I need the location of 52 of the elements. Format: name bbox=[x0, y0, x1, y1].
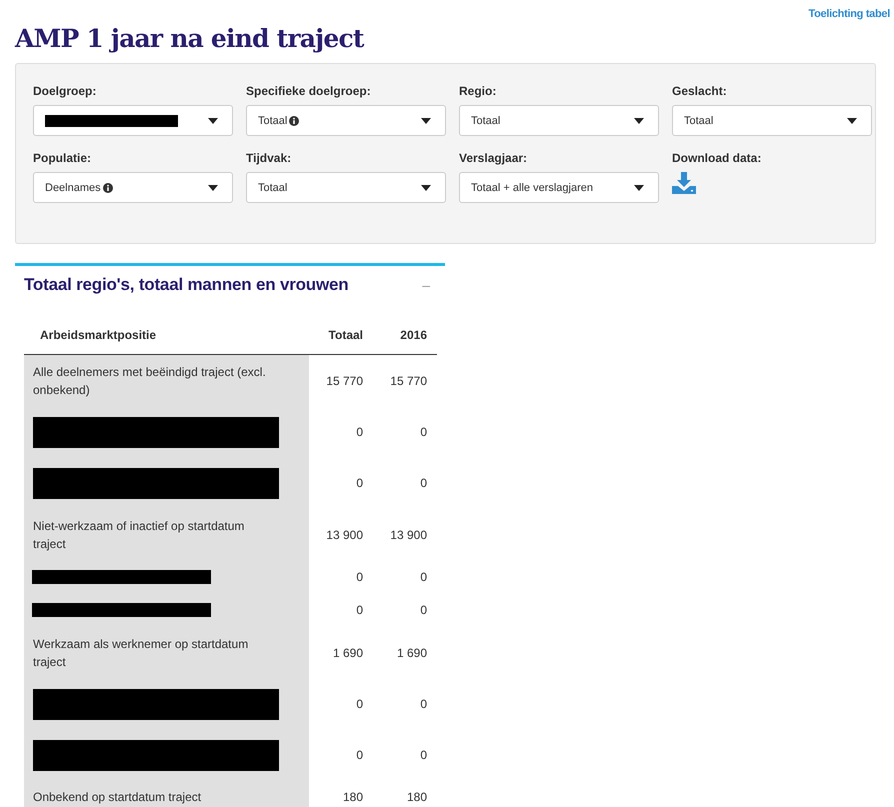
filter-label: Specifieke doelgroep: bbox=[246, 84, 372, 98]
column-header: Totaal bbox=[309, 316, 373, 354]
table-cell: Alle deelnemers met beëindigd traject (excl. onbekend) bbox=[24, 354, 309, 406]
download-icon[interactable] bbox=[672, 172, 696, 194]
dropdown[interactable]: Totaal bbox=[246, 105, 446, 136]
filter-label: Tijdvak: bbox=[246, 151, 292, 165]
caret-icon bbox=[634, 184, 644, 190]
table-cell: 0 bbox=[309, 406, 373, 458]
caret-icon bbox=[634, 118, 644, 124]
dropdown[interactable]: Deelnames bbox=[33, 172, 233, 203]
filter-label: Download data: bbox=[672, 151, 762, 165]
table-cell: 13 900 bbox=[309, 508, 373, 560]
help-link[interactable]: Toelichting tabel bbox=[808, 8, 890, 22]
table-cell-text: 0 bbox=[419, 696, 428, 713]
table-cell-text: 1 690 bbox=[396, 644, 428, 662]
table-cell: 0 bbox=[309, 560, 373, 594]
caret-icon bbox=[421, 118, 431, 124]
column-header: 2016 bbox=[373, 316, 437, 354]
table-cell: 0 bbox=[309, 678, 373, 730]
section-title: Totaal regio's, totaal mannen en vrouwen bbox=[24, 275, 348, 295]
table-cell-text: 0 bbox=[419, 569, 428, 586]
table-cell: Onbekend op startdatum traject bbox=[24, 780, 309, 807]
table-cell: 1 690 bbox=[309, 626, 373, 678]
dropdown[interactable]: Totaal + alle verslagjaren bbox=[459, 172, 659, 203]
table-cell-text: 0 bbox=[419, 475, 428, 492]
dropdown[interactable]: Totaal bbox=[246, 172, 446, 203]
table-cell-text: 180 bbox=[406, 788, 428, 806]
dropdown[interactable] bbox=[33, 105, 233, 136]
table-cell: Niet-werkzaam of inactief op startdatum traject bbox=[24, 508, 309, 560]
table-cell-text: 13 900 bbox=[389, 526, 428, 544]
table-cell-text: 0 bbox=[419, 424, 428, 441]
caret-icon bbox=[208, 118, 218, 124]
table-cell: 0 bbox=[309, 730, 373, 780]
caret-icon bbox=[847, 118, 857, 124]
filter-label: Verslagjaar: bbox=[459, 151, 528, 165]
filter-label: Regio: bbox=[459, 84, 498, 98]
page-title: AMP 1 jaar na eind traject bbox=[15, 24, 366, 53]
table-cell: 0 bbox=[309, 594, 373, 626]
table-cell-text: 0 bbox=[419, 747, 428, 764]
filter-label: Doelgroep: bbox=[33, 84, 98, 98]
table-cell: 15 770 bbox=[373, 354, 437, 406]
table-cell: 0 bbox=[309, 458, 373, 508]
caret-icon bbox=[208, 184, 218, 190]
dropdown[interactable]: Totaal bbox=[672, 105, 872, 136]
table-cell-text: 0 bbox=[419, 602, 428, 619]
dropdown[interactable]: Totaal bbox=[459, 105, 659, 136]
table-cell: Werkzaam als werknemer op startdatum traject bbox=[24, 626, 309, 678]
filter-label: Populatie: bbox=[33, 151, 92, 165]
caret-icon bbox=[421, 184, 431, 190]
filter-label: Geslacht: bbox=[672, 84, 728, 98]
table-cell: 15 770 bbox=[309, 354, 373, 406]
table-cell: 180 bbox=[309, 780, 373, 807]
